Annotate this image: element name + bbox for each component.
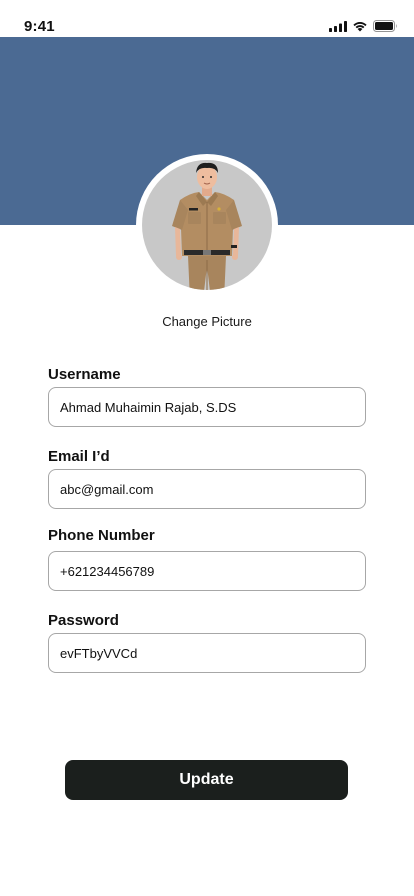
username-label: Username [48, 366, 121, 383]
wifi-icon [353, 21, 367, 31]
avatar[interactable] [142, 160, 272, 290]
email-field[interactable] [48, 469, 366, 509]
username-field[interactable] [48, 387, 366, 427]
email-label: Email I’d [48, 448, 110, 465]
status-icons [329, 20, 398, 32]
password-label: Password [48, 612, 119, 629]
avatar-frame[interactable] [136, 154, 278, 296]
status-time: 9:41 [24, 18, 55, 35]
signal-icon [329, 20, 347, 32]
change-picture-link[interactable]: Change Picture [0, 314, 414, 329]
battery-icon [373, 20, 397, 32]
phone-number-label: Phone Number [48, 527, 155, 544]
phone-number-field[interactable] [48, 551, 366, 591]
password-field[interactable] [48, 633, 366, 673]
person-in-khaki-uniform-icon [172, 162, 242, 290]
status-bar: 9:41 [0, 0, 414, 37]
update-button[interactable]: Update [65, 760, 348, 800]
